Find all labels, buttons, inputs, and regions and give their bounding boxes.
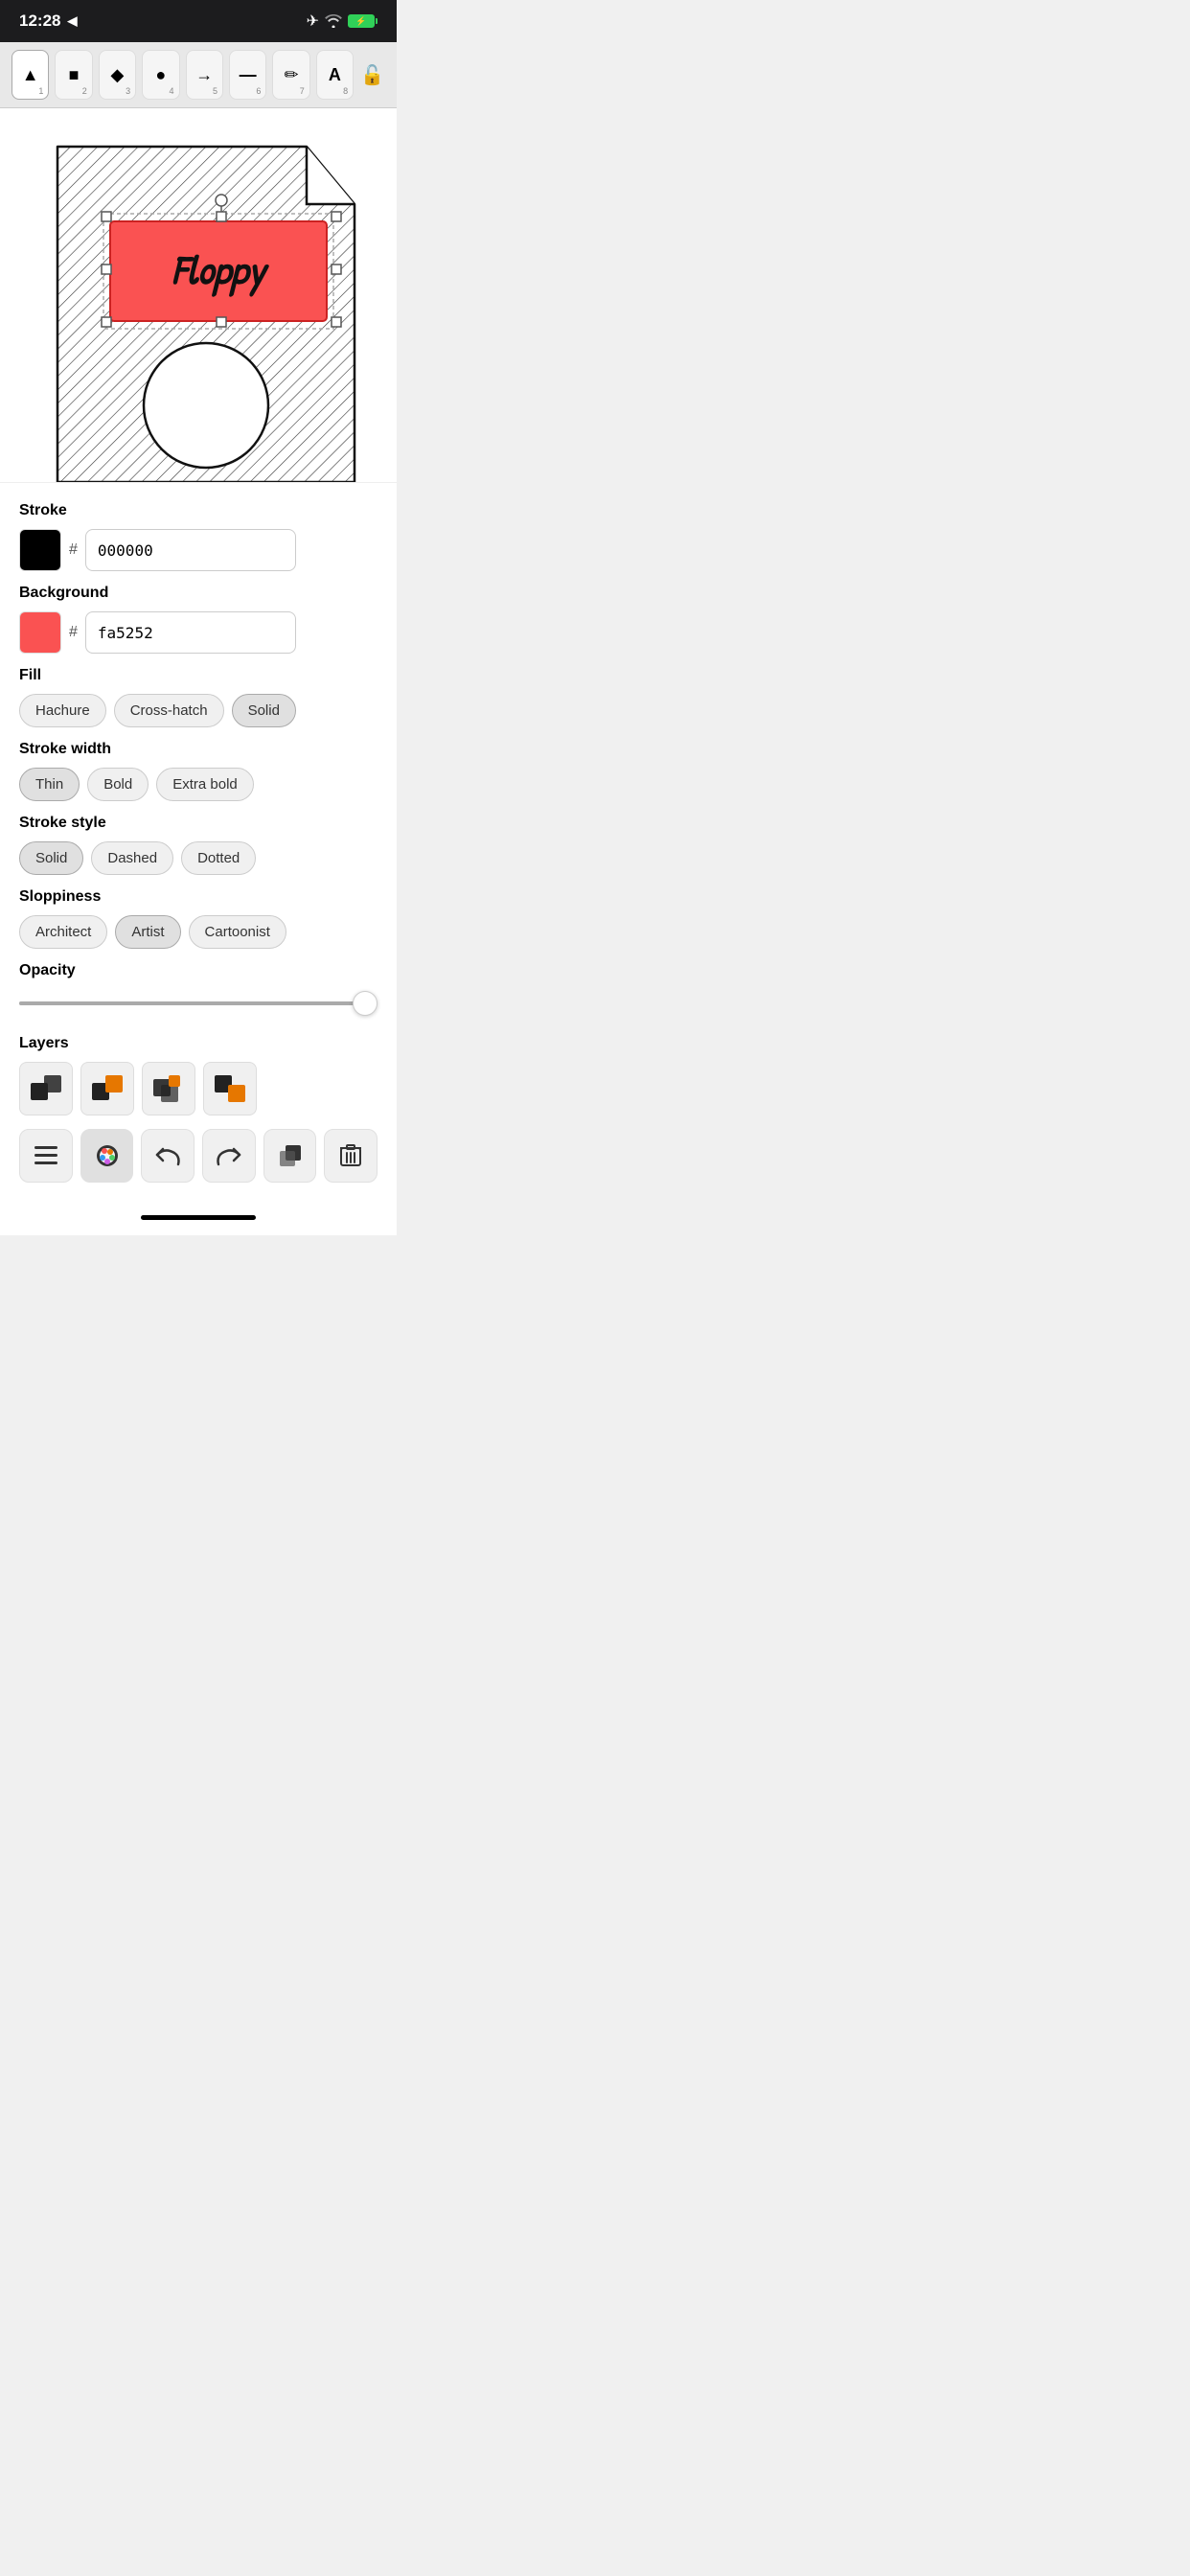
stroke-bold[interactable]: Bold bbox=[87, 768, 149, 801]
canvas-svg: Floppy bbox=[0, 108, 397, 482]
properties-panel: Stroke # Background # Fill Hachure Cross… bbox=[0, 482, 397, 1206]
layers-section: Layers bbox=[19, 1035, 378, 1116]
stroke-color-row: # bbox=[19, 529, 378, 571]
layers-label: Layers bbox=[19, 1035, 378, 1052]
stroke-extra-bold[interactable]: Extra bold bbox=[156, 768, 254, 801]
trash-icon bbox=[340, 1144, 361, 1167]
copy-icon bbox=[279, 1144, 302, 1167]
layer-icon-1[interactable] bbox=[19, 1062, 73, 1116]
home-bar bbox=[141, 1215, 256, 1220]
background-color-swatch[interactable] bbox=[19, 611, 61, 654]
opacity-label: Opacity bbox=[19, 962, 378, 979]
redo-icon bbox=[217, 1145, 241, 1166]
text-tool[interactable]: A 8 bbox=[316, 50, 354, 100]
stroke-label: Stroke bbox=[19, 502, 378, 519]
opacity-slider[interactable] bbox=[19, 989, 378, 1018]
circle-tool[interactable]: ● 4 bbox=[142, 50, 179, 100]
background-color-input[interactable] bbox=[85, 611, 296, 654]
rect-tool[interactable]: ■ 2 bbox=[55, 50, 92, 100]
sloppiness-options: Architect Artist Cartoonist bbox=[19, 915, 378, 949]
fill-hachure[interactable]: Hachure bbox=[19, 694, 106, 727]
action-bar bbox=[19, 1129, 378, 1196]
sloppiness-cartoonist[interactable]: Cartoonist bbox=[189, 915, 286, 949]
stroke-thin[interactable]: Thin bbox=[19, 768, 80, 801]
layer-icon-4[interactable] bbox=[203, 1062, 257, 1116]
undo-icon bbox=[155, 1145, 180, 1166]
status-time: 12:28 ◀ bbox=[19, 12, 77, 31]
background-color-row: # bbox=[19, 611, 378, 654]
style-solid[interactable]: Solid bbox=[19, 841, 83, 875]
background-label: Background bbox=[19, 585, 378, 602]
canvas-area[interactable]: Floppy bbox=[0, 108, 397, 482]
arrow-tool[interactable]: → 5 bbox=[186, 50, 223, 100]
background-hash: # bbox=[69, 624, 78, 641]
sloppiness-label: Sloppiness bbox=[19, 888, 378, 906]
pencil-tool[interactable]: ✏ 7 bbox=[272, 50, 309, 100]
style-dashed[interactable]: Dashed bbox=[91, 841, 173, 875]
battery-icon: ⚡ bbox=[348, 14, 378, 28]
fill-options: Hachure Cross-hatch Solid bbox=[19, 694, 378, 727]
airplane-icon: ✈ bbox=[307, 12, 319, 31]
select-tool[interactable]: ▲ 1 bbox=[11, 50, 49, 100]
sloppiness-artist[interactable]: Artist bbox=[115, 915, 180, 949]
menu-button[interactable] bbox=[19, 1129, 73, 1183]
slider-fill bbox=[19, 1001, 359, 1005]
undo-button[interactable] bbox=[141, 1129, 195, 1183]
home-indicator bbox=[0, 1206, 397, 1235]
sloppiness-architect[interactable]: Architect bbox=[19, 915, 107, 949]
wifi-icon bbox=[325, 14, 342, 28]
stroke-color-swatch[interactable] bbox=[19, 529, 61, 571]
stroke-color-input[interactable] bbox=[85, 529, 296, 571]
layer-icon-3[interactable] bbox=[142, 1062, 195, 1116]
stroke-width-options: Thin Bold Extra bold bbox=[19, 768, 378, 801]
toolbar: ▲ 1 ■ 2 ◆ 3 ● 4 → 5 — 6 ✏ 7 A 8 🔓 bbox=[0, 42, 397, 108]
palette-icon bbox=[95, 1143, 120, 1168]
status-bar: 12:28 ◀ ✈ ⚡ bbox=[0, 0, 397, 42]
svg-text:Floppy: Floppy bbox=[172, 242, 269, 297]
slider-track bbox=[19, 1001, 378, 1005]
menu-icon bbox=[34, 1146, 57, 1165]
status-icons: ✈ ⚡ bbox=[307, 12, 378, 31]
delete-button[interactable] bbox=[324, 1129, 378, 1183]
stroke-style-label: Stroke style bbox=[19, 815, 378, 832]
slider-thumb[interactable] bbox=[353, 991, 378, 1016]
fill-crosshatch[interactable]: Cross-hatch bbox=[114, 694, 224, 727]
location-icon: ◀ bbox=[67, 13, 77, 29]
diamond-tool[interactable]: ◆ 3 bbox=[99, 50, 136, 100]
stroke-hash: # bbox=[69, 541, 78, 559]
copy-button[interactable] bbox=[263, 1129, 317, 1183]
stroke-width-label: Stroke width bbox=[19, 741, 378, 758]
lock-button[interactable]: 🔓 bbox=[359, 50, 385, 100]
fill-solid[interactable]: Solid bbox=[232, 694, 296, 727]
stroke-style-options: Solid Dashed Dotted bbox=[19, 841, 378, 875]
style-button[interactable] bbox=[80, 1129, 134, 1183]
layer-icons-row bbox=[19, 1062, 378, 1116]
opacity-section: Opacity bbox=[19, 962, 378, 1018]
fill-label: Fill bbox=[19, 667, 378, 684]
redo-button[interactable] bbox=[202, 1129, 256, 1183]
layer-icon-2[interactable] bbox=[80, 1062, 134, 1116]
line-tool[interactable]: — 6 bbox=[229, 50, 266, 100]
style-dotted[interactable]: Dotted bbox=[181, 841, 256, 875]
